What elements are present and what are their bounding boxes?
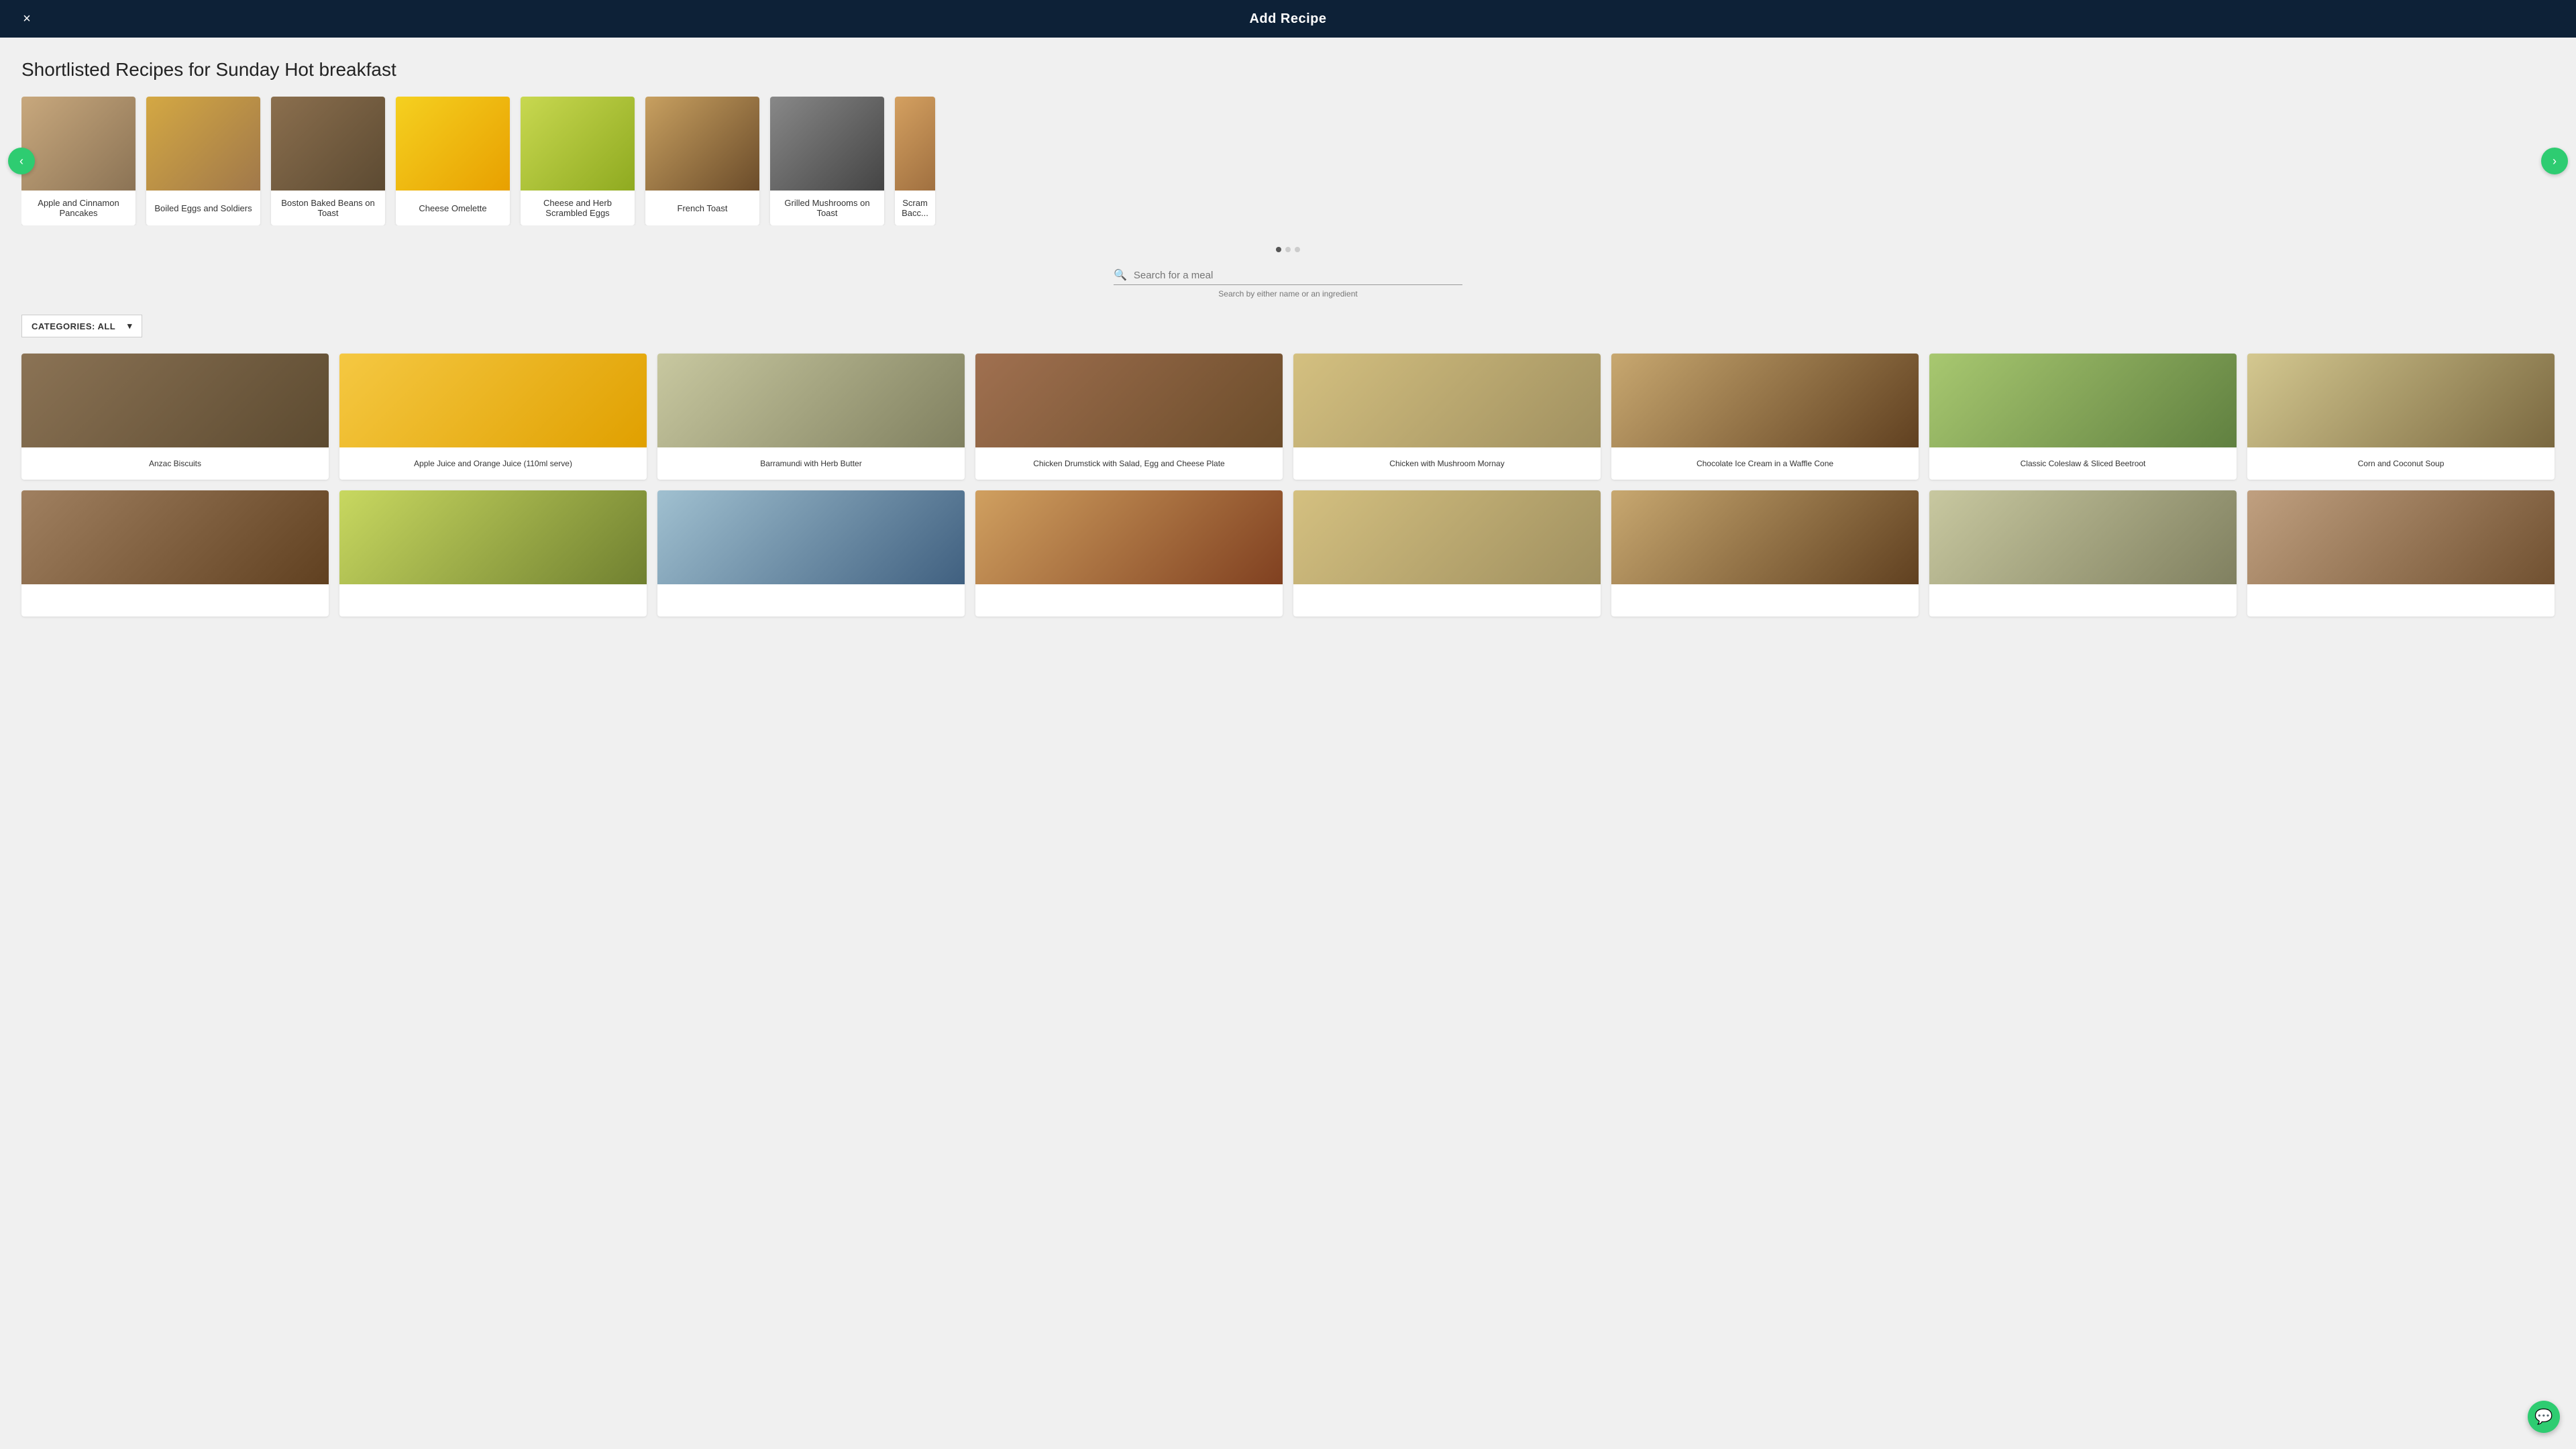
- categories-bar: CATEGORIES: ALL ▾: [21, 315, 2555, 337]
- grid-recipe-label: [1293, 584, 1601, 616]
- grid-recipe-card[interactable]: Apple Juice and Orange Juice (110ml serv…: [339, 354, 647, 480]
- grid-recipe-image: [975, 354, 1283, 447]
- grid-recipe-image: [21, 354, 329, 447]
- recipe-card-label: Cheese and Herb Scrambled Eggs: [521, 191, 635, 225]
- recipe-card-label: Boiled Eggs and Soldiers: [146, 191, 260, 225]
- carousel-dot[interactable]: [1295, 247, 1300, 252]
- grid-recipe-label: Chicken with Mushroom Mornay: [1293, 447, 1601, 480]
- chevron-down-icon: ▾: [127, 321, 132, 331]
- chat-button[interactable]: 💬: [2528, 1401, 2560, 1433]
- grid-recipe-label: [1929, 584, 2237, 616]
- recipe-card-image: [146, 97, 260, 191]
- carousel-dot[interactable]: [1276, 247, 1281, 252]
- recipe-card-image: [895, 97, 935, 191]
- search-input[interactable]: [1134, 270, 1462, 281]
- carousel-recipe-card[interactable]: Boiled Eggs and Soldiers: [146, 97, 260, 225]
- recipe-card-image: [21, 97, 136, 191]
- carousel-recipe-card[interactable]: Grilled Mushrooms on Toast: [770, 97, 884, 225]
- grid-recipe-card[interactable]: Barramundi with Herb Butter: [657, 354, 965, 480]
- grid-recipe-card[interactable]: [1293, 490, 1601, 616]
- grid-recipe-label: Corn and Coconut Soup: [2247, 447, 2555, 480]
- grid-recipe-image: [1611, 354, 1919, 447]
- grid-recipe-image: [1929, 490, 2237, 584]
- grid-recipe-image: [1929, 354, 2237, 447]
- recipe-card-image: [271, 97, 385, 191]
- grid-recipe-label: Classic Coleslaw & Sliced Beetroot: [1929, 447, 2237, 480]
- grid-recipe-card[interactable]: [21, 490, 329, 616]
- grid-recipe-card[interactable]: [1929, 490, 2237, 616]
- grid-recipe-image: [339, 490, 647, 584]
- recipe-card-label: French Toast: [645, 191, 759, 225]
- grid-recipe-card[interactable]: Anzac Biscuits: [21, 354, 329, 480]
- grid-recipe-image: [657, 490, 965, 584]
- category-label: CATEGORIES: ALL: [32, 321, 115, 331]
- grid-recipe-image: [975, 490, 1283, 584]
- recipe-card-label: Scram Bacc...: [895, 191, 935, 225]
- grid-recipe-label: Barramundi with Herb Butter: [657, 447, 965, 480]
- carousel-dots: [21, 247, 2555, 252]
- grid-recipe-label: [975, 584, 1283, 616]
- grid-recipe-image: [1293, 354, 1601, 447]
- grid-recipe-label: Chicken Drumstick with Salad, Egg and Ch…: [975, 447, 1283, 480]
- grid-recipe-image: [21, 490, 329, 584]
- recipe-card-image: [645, 97, 759, 191]
- recipe-card-image: [521, 97, 635, 191]
- recipe-card-label: Apple and Cinnamon Pancakes: [21, 191, 136, 225]
- grid-recipe-image: [657, 354, 965, 447]
- grid-recipe-label: [1611, 584, 1919, 616]
- carousel-recipe-card[interactable]: Scram Bacc...: [895, 97, 935, 225]
- recipe-card-label: Grilled Mushrooms on Toast: [770, 191, 884, 225]
- header-title: Add Recipe: [1249, 11, 1326, 27]
- carousel-prev-button[interactable]: ‹: [8, 148, 35, 174]
- grid-recipe-image: [2247, 354, 2555, 447]
- grid-recipe-card[interactable]: Chocolate Ice Cream in a Waffle Cone: [1611, 354, 1919, 480]
- grid-recipe-card[interactable]: Chicken with Mushroom Mornay: [1293, 354, 1601, 480]
- grid-recipe-label: [2247, 584, 2555, 616]
- carousel-container: ‹ Apple and Cinnamon Pancakes Boiled Egg…: [21, 97, 2555, 225]
- close-button[interactable]: ×: [16, 8, 38, 30]
- grid-recipe-card[interactable]: [657, 490, 965, 616]
- recipe-card-image: [396, 97, 510, 191]
- app-header: × Add Recipe: [0, 0, 2576, 38]
- grid-recipe-label: Chocolate Ice Cream in a Waffle Cone: [1611, 447, 1919, 480]
- category-select[interactable]: CATEGORIES: ALL ▾: [21, 315, 142, 337]
- recipe-card-label: Cheese Omelette: [396, 191, 510, 225]
- grid-recipe-label: Anzac Biscuits: [21, 447, 329, 480]
- carousel-dot[interactable]: [1285, 247, 1291, 252]
- grid-recipe-label: [657, 584, 965, 616]
- search-icon: 🔍: [1114, 268, 1127, 282]
- grid-recipe-image: [1611, 490, 1919, 584]
- grid-recipe-label: [339, 584, 647, 616]
- recipe-card-label: Boston Baked Beans on Toast: [271, 191, 385, 225]
- search-box: 🔍: [1114, 268, 1462, 285]
- carousel-recipe-card[interactable]: Apple and Cinnamon Pancakes: [21, 97, 136, 225]
- carousel-recipe-card[interactable]: Cheese and Herb Scrambled Eggs: [521, 97, 635, 225]
- carousel-track: Apple and Cinnamon Pancakes Boiled Eggs …: [21, 97, 2555, 225]
- carousel-next-button[interactable]: ›: [2541, 148, 2568, 174]
- recipe-grid: Anzac Biscuits Apple Juice and Orange Ju…: [21, 354, 2555, 638]
- grid-recipe-card[interactable]: Chicken Drumstick with Salad, Egg and Ch…: [975, 354, 1283, 480]
- grid-recipe-card[interactable]: [339, 490, 647, 616]
- carousel-wrapper: Apple and Cinnamon Pancakes Boiled Eggs …: [21, 97, 2555, 225]
- carousel-recipe-card[interactable]: French Toast: [645, 97, 759, 225]
- grid-recipe-card[interactable]: Corn and Coconut Soup: [2247, 354, 2555, 480]
- grid-recipe-card[interactable]: [2247, 490, 2555, 616]
- grid-recipe-image: [339, 354, 647, 447]
- search-section: 🔍 Search by either name or an ingredient: [21, 268, 2555, 299]
- search-hint: Search by either name or an ingredient: [1218, 289, 1357, 299]
- carousel-recipe-card[interactable]: Boston Baked Beans on Toast: [271, 97, 385, 225]
- carousel-recipe-card[interactable]: Cheese Omelette: [396, 97, 510, 225]
- grid-recipe-label: [21, 584, 329, 616]
- grid-recipe-card[interactable]: [975, 490, 1283, 616]
- grid-recipe-card[interactable]: Classic Coleslaw & Sliced Beetroot: [1929, 354, 2237, 480]
- grid-recipe-image: [2247, 490, 2555, 584]
- grid-recipe-image: [1293, 490, 1601, 584]
- section-title: Shortlisted Recipes for Sunday Hot break…: [21, 59, 2555, 80]
- grid-recipe-card[interactable]: [1611, 490, 1919, 616]
- grid-recipe-label: Apple Juice and Orange Juice (110ml serv…: [339, 447, 647, 480]
- recipe-card-image: [770, 97, 884, 191]
- main-content: Shortlisted Recipes for Sunday Hot break…: [0, 38, 2576, 638]
